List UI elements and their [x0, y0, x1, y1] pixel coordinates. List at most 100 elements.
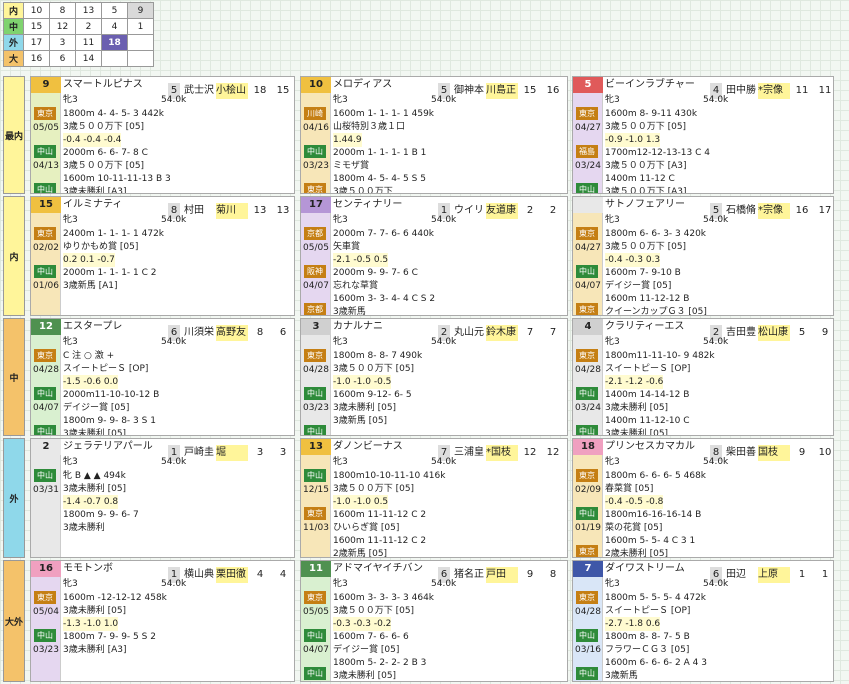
- odds-b: 11: [818, 85, 832, 96]
- record-line: 1600m 5- 5- 4 C 3 1: [605, 536, 696, 546]
- course-tag: 中山: [304, 469, 326, 482]
- summary-cell[interactable]: 8: [49, 2, 76, 19]
- summary-cell[interactable]: [127, 34, 154, 51]
- race-date: 04/07: [575, 281, 601, 291]
- summary-cell[interactable]: 5: [101, 2, 128, 19]
- race-sheet: { "summary":{"rows":[ {"label":"内","vals…: [0, 0, 849, 684]
- horse-name[interactable]: ビーインラブチャー: [605, 77, 710, 93]
- horse-card[interactable]: 10 メロディアス5 御神本 川島正 15 16 牝3 54.0k 1600m 1- 1- 1-…: [300, 76, 568, 194]
- trainer-name: 高野友: [216, 325, 248, 341]
- horse-card[interactable]: 16 モモトンボ1 横山典 栗田徹 4 4 牝3 54.0k 1600m -12-12-12 4…: [30, 560, 295, 682]
- horse-card[interactable]: 7 ダイワストリーム6 田辺 上原 1 1 牝3 54.0k 1800m 5- 5- 5- 4 …: [572, 560, 834, 682]
- horse-name[interactable]: エスタープレ: [63, 319, 168, 335]
- record-line: 2400m 1- 1- 1- 1 472k: [63, 229, 165, 239]
- course-tag: 東京: [576, 303, 598, 315]
- horse-name[interactable]: ジェラテリアパール: [63, 439, 168, 455]
- record-line: 1800m16-16-16-14 B: [605, 510, 702, 520]
- horse-name[interactable]: センティナリー: [333, 197, 438, 213]
- record-line: 1800m 7- 9- 9- 5 S 2: [63, 632, 156, 642]
- odds-b: 12: [546, 447, 560, 458]
- summary-cell[interactable]: 4: [101, 18, 128, 35]
- summary-cell[interactable]: 16: [23, 50, 50, 67]
- horse-name[interactable]: カナルナニ: [333, 319, 438, 335]
- row-label: 外: [3, 438, 25, 558]
- summary-cell[interactable]: 14: [75, 50, 102, 67]
- horse-card[interactable]: 13 ダノンビーナス7 三浦皇 *国枝 12 12 牝3 54.0k 1800m10-10-11…: [300, 438, 568, 558]
- summary-cell[interactable]: 11: [75, 34, 102, 51]
- odds-a: 9: [798, 447, 806, 458]
- summary-cell[interactable]: 13: [75, 2, 102, 19]
- record-line: 1600m 7- 6- 6- 6: [333, 632, 409, 642]
- race-date: 03/23: [33, 645, 59, 655]
- course-tag: 中山: [576, 265, 598, 278]
- record-line: デイジー賞 [05]: [63, 403, 130, 413]
- course-tag: 東京: [304, 349, 326, 362]
- horse-name[interactable]: メロディアス: [333, 77, 438, 93]
- summary-cell[interactable]: 18: [101, 34, 128, 51]
- horse-card[interactable]: 4 クラリティーエス2 吉田豊 松山康 5 9 牝3 54.0k 1800m11-11-10- …: [572, 318, 834, 436]
- horse-name[interactable]: ダノンビーナス: [333, 439, 438, 455]
- horse-age: 牝3: [333, 337, 348, 347]
- horse-card[interactable]: 11 アドマイヤイチバン6 猪名正 戸田 9 8 牝3 54.0k 1600m 3- 3- 3-…: [300, 560, 568, 682]
- summary-cell[interactable]: 12: [49, 18, 76, 35]
- trainer-name: 上原: [758, 567, 790, 583]
- horse-number: 16: [31, 561, 61, 577]
- summary-cell[interactable]: [127, 50, 154, 67]
- card-stripe: [301, 319, 331, 435]
- horse-card[interactable]: 3 カナルナニ2 丸山元 鈴木康 7 7 牝3 54.0k 1800m 8- 8- 7 490k…: [300, 318, 568, 436]
- summary-cell[interactable]: [101, 50, 128, 67]
- summary-cell[interactable]: 3: [49, 34, 76, 51]
- horse-name[interactable]: ダイワストリーム: [605, 561, 710, 577]
- card-stripe: [31, 197, 61, 315]
- horse-card[interactable]: サトノフェアリー5 石橋脩 *宗像 16 17 牝3 54.0k 1800m 6- 6- 3-…: [572, 196, 834, 316]
- jockey-name: 猪名正: [454, 569, 484, 580]
- race-date: 04/27: [575, 243, 601, 253]
- horse-name[interactable]: モモトンボ: [63, 561, 168, 577]
- course-tag: 東京: [576, 107, 598, 120]
- horse-age: 牝3: [333, 579, 348, 589]
- course-tag: 東京: [576, 545, 598, 557]
- trainer-name: 栗田徹: [216, 567, 248, 583]
- course-tag: 中山: [34, 629, 56, 642]
- course-tag: 中山: [34, 265, 56, 278]
- record-line: 1800m 6- 6- 3- 3 420k: [605, 229, 707, 239]
- record-line: 3歳未勝利 [05]: [63, 429, 127, 436]
- horse-name[interactable]: サトノフェアリー: [605, 197, 710, 213]
- record-line: 2歳新馬 [05]: [333, 549, 388, 558]
- trainer-name: 小桧山: [216, 83, 248, 99]
- horse-name[interactable]: スマートルピナス: [63, 77, 168, 93]
- horse-name[interactable]: クラリティーエス: [605, 319, 710, 335]
- horse-card[interactable]: 5 ビーインラブチャー4 田中勝 *宗像 11 11 牝3 54.0k 1600m 8- 9-1…: [572, 76, 834, 194]
- card-stripe: [573, 439, 603, 557]
- course-tag: 中山: [304, 667, 326, 680]
- carry-weight: 54.0k: [703, 457, 729, 467]
- race-date: 03/23: [303, 403, 329, 413]
- summary-cell[interactable]: 10: [23, 2, 50, 19]
- summary-row-label: 内: [3, 2, 24, 19]
- summary-cell[interactable]: 17: [23, 34, 50, 51]
- horse-number: 10: [301, 77, 331, 93]
- horse-name[interactable]: プリンセスカマカル: [605, 439, 710, 455]
- summary-cell[interactable]: 15: [23, 18, 50, 35]
- horse-name[interactable]: アドマイヤイチバン: [333, 561, 438, 577]
- horse-card[interactable]: 18 プリンセスカマカル8 柴田善 国枝 9 10 牝3 54.0k 1800m 6- 6- 6…: [572, 438, 834, 558]
- horse-card[interactable]: 15 イルミナティ8 村田 菊川 13 13 牝3 54.0k 2400m 1- 1- 1- 1…: [30, 196, 295, 316]
- trainer-name: 鈴木康: [486, 325, 518, 341]
- record-line: 3歳未勝利 [A3]: [63, 645, 127, 655]
- carry-weight: 54.0k: [161, 579, 187, 589]
- carry-weight: 54.0k: [703, 337, 729, 347]
- horse-card[interactable]: 12 エスタープレ6 川須栄 高野友 8 6 牝3 54.0k C 注 ○ 激 + スイートピーＳ…: [30, 318, 295, 436]
- summary-cell[interactable]: 9: [127, 2, 154, 19]
- jockey-name: 田中勝: [726, 85, 756, 96]
- horse-card[interactable]: 9 スマートルピナス5 武士沢 小桧山 18 15 牝3 54.0k 1800m 4- 4- 5…: [30, 76, 295, 194]
- record-line: 3歳未勝利 [05]: [333, 671, 397, 681]
- record-line: -0.9 -1.0 1.3: [605, 133, 661, 147]
- summary-cell[interactable]: 2: [75, 18, 102, 35]
- record-line: デイジー賞 [05]: [605, 281, 672, 291]
- race-date: 03/10: [303, 681, 329, 682]
- horse-card[interactable]: 2 ジェラテリアパール1 戸崎圭堀 3 3 牝3 54.0k 牝 B ▲ ▲ 494k 3歳未勝…: [30, 438, 295, 558]
- summary-cell[interactable]: 1: [127, 18, 154, 35]
- summary-cell[interactable]: 6: [49, 50, 76, 67]
- horse-name[interactable]: イルミナティ: [63, 197, 168, 213]
- horse-card[interactable]: 17 センティナリー1 ウイリ 友道康 2 2 牝3 54.0k 2000m 7- 7- 6- …: [300, 196, 568, 316]
